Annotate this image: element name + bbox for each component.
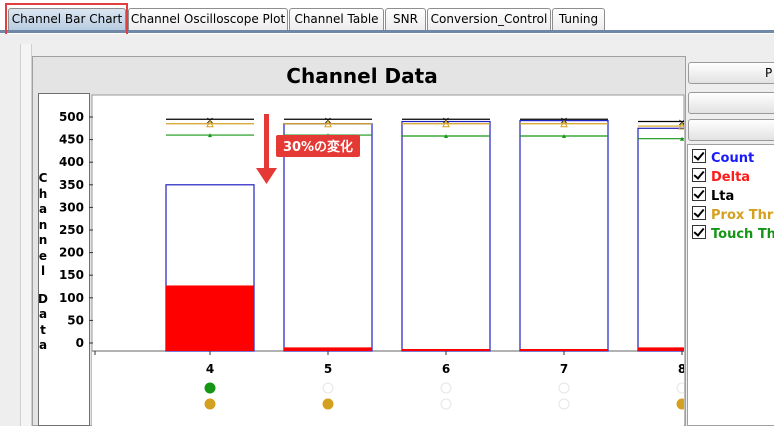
x-tick-label: 8	[678, 362, 686, 376]
legend-label-delta: Delta	[711, 170, 751, 185]
touch-status-dot	[558, 382, 570, 394]
prox-status-dot	[676, 398, 684, 410]
delta-bar	[284, 347, 372, 351]
prox-threshold-checkbox[interactable]	[692, 206, 706, 220]
legend-item-touch-threshold[interactable]: Touch Th	[692, 225, 774, 243]
y-tick-label: 500	[59, 110, 84, 124]
bar-chart: 050100150200250300350400450500 ×4×5×6×7×8…	[59, 94, 686, 426]
side-button-1[interactable]: P	[688, 62, 774, 84]
delta-bar	[402, 349, 490, 351]
prox-status-dot	[440, 398, 452, 410]
delta-bar	[520, 349, 608, 351]
lta-checkbox[interactable]	[692, 187, 706, 201]
side-button-2[interactable]	[688, 92, 774, 114]
touch-threshold-checkbox[interactable]	[692, 225, 706, 239]
side-button-3[interactable]	[688, 119, 774, 141]
count-bar	[401, 120, 491, 352]
prox-status-dot	[322, 398, 334, 410]
touch-status-dot	[204, 382, 216, 394]
legend-label-touch-threshold: Touch Th	[711, 227, 774, 242]
touch-status-dot	[676, 382, 684, 394]
y-tick-label: 200	[59, 246, 84, 260]
count-bar	[519, 120, 609, 352]
delta-checkbox[interactable]	[692, 168, 706, 182]
x-axis-band	[92, 351, 684, 426]
touch-status-dot	[322, 382, 334, 394]
annotation-label: 30%の変化	[283, 139, 353, 155]
legend-label-prox-threshold: Prox Thre	[711, 208, 774, 223]
y-tick-label: 250	[59, 223, 84, 237]
legend-label-count: Count	[711, 151, 755, 166]
x-tick-label: 5	[324, 362, 332, 376]
y-tick-label: 450	[59, 133, 84, 147]
y-tick-label: 100	[59, 291, 84, 305]
y-tick-label: 150	[59, 268, 84, 282]
delta-bar	[166, 285, 254, 351]
prox-status-dot	[204, 398, 216, 410]
y-tick-label: 300	[59, 200, 84, 214]
count-checkbox[interactable]	[692, 149, 706, 163]
count-bar	[283, 123, 373, 352]
x-tick-label: 6	[442, 362, 450, 376]
prox-status-dot	[558, 398, 570, 410]
y-tick-label: 400	[59, 155, 84, 169]
x-tick-label: 4	[206, 362, 214, 376]
y-tick-label: 50	[67, 313, 84, 327]
x-tick-label: 7	[560, 362, 568, 376]
legend-item-count[interactable]: Count	[692, 149, 754, 167]
legend-label-lta: Lta	[711, 189, 735, 204]
y-tick-label: 0	[76, 336, 84, 350]
legend-item-lta[interactable]: Lta	[692, 187, 734, 205]
touch-status-dot	[440, 382, 452, 394]
legend-item-prox-threshold[interactable]: Prox Thre	[692, 206, 774, 224]
y-tick-label: 350	[59, 178, 84, 192]
legend-item-delta[interactable]: Delta	[692, 168, 750, 186]
annotation-arrow-shaft	[264, 114, 269, 170]
